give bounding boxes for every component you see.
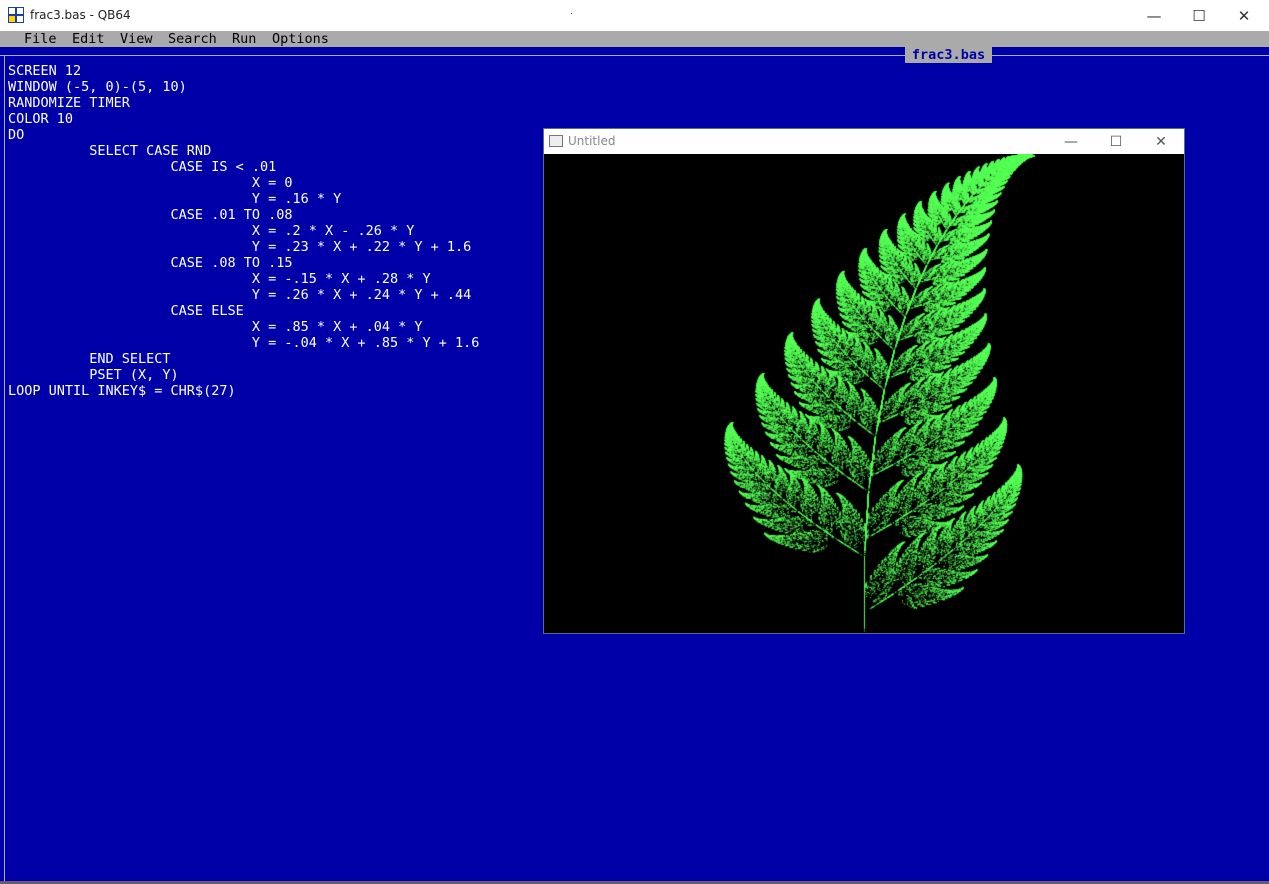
menu-run[interactable]: Run (232, 31, 256, 47)
code-line[interactable]: CASE IS < .01 (8, 159, 479, 175)
code-line[interactable]: COLOR 10 (8, 111, 479, 127)
code-line[interactable]: SCREEN 12 (8, 63, 479, 79)
code-line[interactable]: Y = .16 * Y (8, 191, 479, 207)
output-minimize-button[interactable]: — (1048, 129, 1094, 154)
maximize-button[interactable]: ☐ (1176, 0, 1222, 31)
code-line[interactable]: END SELECT (8, 351, 479, 367)
code-line[interactable]: CASE ELSE (8, 303, 479, 319)
code-line[interactable]: CASE .08 TO .15 (8, 255, 479, 271)
close-button[interactable]: ✕ (1221, 0, 1267, 31)
qb64-app-icon (8, 7, 24, 23)
title-bar-dot: · (570, 9, 573, 20)
output-maximize-button[interactable]: ☐ (1093, 129, 1139, 154)
editor-frame-left (4, 55, 5, 881)
code-line[interactable]: X = -.15 * X + .28 * Y (8, 271, 479, 287)
window-icon (549, 135, 563, 147)
code-line[interactable]: DO (8, 127, 479, 143)
editor-file-tab[interactable]: frac3.bas (905, 47, 992, 63)
window-title: frac3.bas - QB64 (30, 8, 131, 22)
output-title-bar[interactable]: Untitled — ☐ ✕ (544, 129, 1184, 154)
menu-file[interactable]: File (24, 31, 57, 47)
code-line[interactable]: Y = .23 * X + .22 * Y + 1.6 (8, 239, 479, 255)
menu-edit[interactable]: Edit (72, 31, 105, 47)
fern-fractal-canvas (544, 154, 1184, 633)
code-line[interactable]: Y = .26 * X + .24 * Y + .44 (8, 287, 479, 303)
code-line[interactable]: X = .2 * X - .26 * Y (8, 223, 479, 239)
code-line[interactable]: Y = -.04 * X + .85 * Y + 1.6 (8, 335, 479, 351)
output-window[interactable]: Untitled — ☐ ✕ (543, 128, 1185, 634)
editor-frame-top (0, 55, 1269, 56)
output-window-title: Untitled (568, 134, 615, 148)
output-close-button[interactable]: ✕ (1138, 129, 1184, 154)
title-bar: frac3.bas - QB64 · — ☐ ✕ (0, 0, 1269, 31)
code-line[interactable]: SELECT CASE RND (8, 143, 479, 159)
code-line[interactable]: WINDOW (-5, 0)-(5, 10) (8, 79, 479, 95)
code-editor[interactable]: SCREEN 12 WINDOW (-5, 0)-(5, 10) RANDOMI… (8, 63, 479, 399)
code-line[interactable]: LOOP UNTIL INKEY$ = CHR$(27) (8, 383, 479, 399)
menu-bar: File Edit View Search Run Options (0, 31, 1269, 47)
code-line[interactable]: RANDOMIZE TIMER (8, 95, 479, 111)
code-line[interactable]: X = 0 (8, 175, 479, 191)
code-line[interactable]: CASE .01 TO .08 (8, 207, 479, 223)
menu-options[interactable]: Options (272, 31, 329, 47)
code-line[interactable]: PSET (X, Y) (8, 367, 479, 383)
minimize-button[interactable]: — (1131, 0, 1177, 31)
code-line[interactable]: X = .85 * X + .04 * Y (8, 319, 479, 335)
menu-view[interactable]: View (120, 31, 153, 47)
menu-search[interactable]: Search (168, 31, 217, 47)
qb64-window: frac3.bas - QB64 · — ☐ ✕ File Edit View … (0, 0, 1269, 881)
